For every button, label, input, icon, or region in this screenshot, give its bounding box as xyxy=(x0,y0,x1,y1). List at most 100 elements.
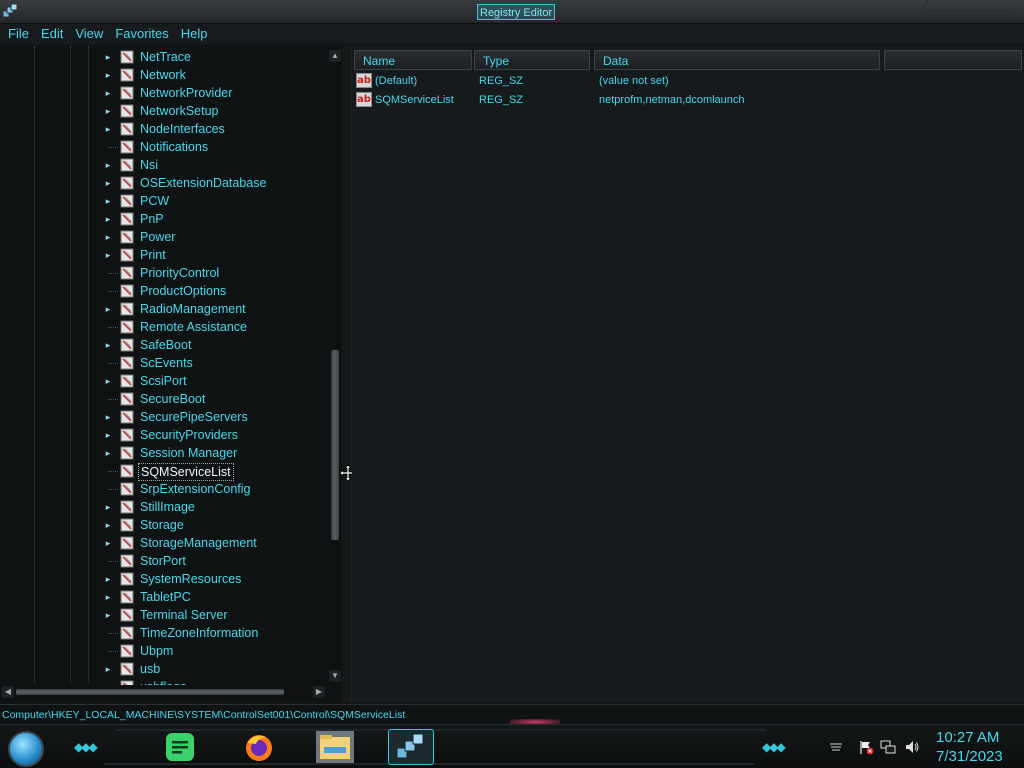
menu-file[interactable]: File xyxy=(3,24,34,44)
tree-item-label: RadioManagement xyxy=(140,302,246,316)
tree-item[interactable]: PriorityControl xyxy=(100,264,330,282)
tree-item[interactable]: ▸ OSExtensionDatabase xyxy=(100,174,330,192)
expand-arrow-icon[interactable]: ▸ xyxy=(104,89,112,98)
registry-editor-icon[interactable] xyxy=(2,3,18,19)
tree-item[interactable]: ▸ StorageManagement xyxy=(100,534,330,552)
pane-splitter[interactable] xyxy=(342,46,352,702)
expand-arrow-icon[interactable]: ▸ xyxy=(104,341,112,350)
tree-item[interactable]: ▸ NetworkSetup xyxy=(100,102,330,120)
expand-arrow-icon[interactable]: ▸ xyxy=(104,233,112,242)
expand-arrow-icon[interactable]: ▸ xyxy=(104,71,112,80)
tree-item[interactable]: SecureBoot xyxy=(100,390,330,408)
menu-bar: File Edit View Favorites Help xyxy=(0,24,1024,44)
volume-icon[interactable] xyxy=(904,739,920,755)
tree-item[interactable]: ▸ StillImage xyxy=(100,498,330,516)
tree-horizontal-scrollbar[interactable]: ◀ ▶ xyxy=(0,685,328,699)
tree-item[interactable]: ▸ SecurityProviders xyxy=(100,426,330,444)
tree-item-label: SafeBoot xyxy=(140,338,192,352)
expand-arrow-icon[interactable]: ▸ xyxy=(104,215,112,224)
clock-time[interactable]: 10:27 AM xyxy=(936,729,999,746)
expand-arrow-icon[interactable]: ▸ xyxy=(104,197,112,206)
action-center-flag-icon[interactable] xyxy=(858,739,874,755)
column-header-type[interactable]: Type xyxy=(474,50,590,70)
tree-item[interactable]: ▸ Session Manager xyxy=(100,444,330,462)
tree-item[interactable]: SrpExtensionConfig xyxy=(100,480,330,498)
chevron-decoration-icon: ◆◆◆ xyxy=(74,740,98,754)
scroll-up-arrow-icon[interactable]: ▲ xyxy=(329,50,341,62)
expand-arrow-icon[interactable]: ▸ xyxy=(104,125,112,134)
registry-editor-taskbar-button[interactable] xyxy=(388,729,434,765)
file-explorer-icon xyxy=(316,731,354,763)
tree-item[interactable]: ▸ NetTrace xyxy=(100,48,330,66)
scroll-right-arrow-icon[interactable]: ▶ xyxy=(313,686,325,698)
tree-item[interactable]: ProductOptions xyxy=(100,282,330,300)
show-hidden-icons-icon[interactable] xyxy=(828,739,844,755)
tree-item[interactable]: ▸ Nsi xyxy=(100,156,330,174)
expand-arrow-icon[interactable]: ▸ xyxy=(104,251,112,260)
tree-item-label: SecurityProviders xyxy=(140,428,238,442)
tree-item[interactable]: ▸ Network xyxy=(100,66,330,84)
tree-item[interactable]: Remote Assistance xyxy=(100,318,330,336)
expand-arrow-icon[interactable]: ▸ xyxy=(104,377,112,386)
expand-arrow-icon[interactable]: ▸ xyxy=(104,431,112,440)
menu-edit[interactable]: Edit xyxy=(36,24,68,44)
tree-item[interactable]: ▸ PnP xyxy=(100,210,330,228)
scroll-thumb[interactable] xyxy=(331,350,339,540)
tree-item[interactable]: ▸ RadioManagement xyxy=(100,300,330,318)
tree-item[interactable]: ▸ ScsiPort xyxy=(100,372,330,390)
horizontal-scroll-thumb[interactable] xyxy=(16,689,284,695)
window-title: Registry Editor xyxy=(477,4,556,20)
tree-item[interactable]: ▸ Terminal Server xyxy=(100,606,330,624)
tree-vertical-scrollbar[interactable]: ▲ ▼ xyxy=(328,48,342,684)
expand-arrow-icon[interactable]: ▸ xyxy=(104,161,112,170)
tree-item[interactable]: ▸ Print xyxy=(100,246,330,264)
tree-item[interactable]: ▸ SecurePipeServers xyxy=(100,408,330,426)
expand-arrow-icon[interactable]: ▸ xyxy=(104,449,112,458)
start-button[interactable] xyxy=(8,731,44,767)
tree-item[interactable]: SQMServiceList xyxy=(100,462,330,481)
tree-item[interactable]: ▸ usb xyxy=(100,660,330,678)
expand-arrow-icon[interactable]: ▸ xyxy=(104,179,112,188)
tree-item[interactable]: ▸ PCW xyxy=(100,192,330,210)
tree-item[interactable]: StorPort xyxy=(100,552,330,570)
tree-item[interactable]: TimeZoneInformation xyxy=(100,624,330,642)
network-icon[interactable] xyxy=(880,739,896,755)
tree-item[interactable]: Ubpm xyxy=(100,642,330,660)
scroll-left-arrow-icon[interactable]: ◀ xyxy=(2,686,14,698)
tree-item[interactable]: ▸ NetworkProvider xyxy=(100,84,330,102)
expand-arrow-icon[interactable]: ▸ xyxy=(104,539,112,548)
expand-arrow-icon[interactable]: ▸ xyxy=(104,611,112,620)
column-header-data[interactable]: Data xyxy=(594,50,880,70)
expand-arrow-icon[interactable]: ▸ xyxy=(104,503,112,512)
clock-date[interactable]: 7/31/2023 xyxy=(936,748,1003,765)
expand-arrow-icon[interactable]: ▸ xyxy=(104,575,112,584)
tree-item[interactable]: ▸ SafeBoot xyxy=(100,336,330,354)
list-item[interactable]: ab SQMServiceList REG_SZ netprofm,netman… xyxy=(352,91,1024,109)
expand-arrow-icon[interactable]: ▸ xyxy=(104,305,112,314)
tree-item[interactable]: ScEvents xyxy=(100,354,330,372)
tree-item[interactable]: Notifications xyxy=(100,138,330,156)
file-explorer-button[interactable] xyxy=(312,729,358,765)
notes-app-button[interactable] xyxy=(158,729,204,765)
tree-item[interactable]: ▸ TabletPC xyxy=(100,588,330,606)
menu-favorites[interactable]: Favorites xyxy=(110,24,173,44)
registry-tree[interactable]: ▸ NetTrace ▸ Network ▸ NetworkProvider ▸ Networ… xyxy=(0,46,342,702)
tree-item-label: Remote Assistance xyxy=(140,320,247,334)
firefox-button[interactable] xyxy=(236,729,282,765)
expand-arrow-icon[interactable]: ▸ xyxy=(104,53,112,62)
tree-item[interactable]: ▸ SystemResources xyxy=(100,570,330,588)
expand-arrow-icon[interactable]: ▸ xyxy=(104,521,112,530)
tree-item[interactable]: ▸ Storage xyxy=(100,516,330,534)
menu-view[interactable]: View xyxy=(70,24,108,44)
list-item[interactable]: ab (Default) REG_SZ (value not set) xyxy=(352,72,1024,90)
menu-help[interactable]: Help xyxy=(176,24,213,44)
expand-arrow-icon[interactable]: ▸ xyxy=(104,107,112,116)
column-header-name[interactable]: Name xyxy=(354,50,472,70)
tree-item[interactable]: ▸ Power xyxy=(100,228,330,246)
expand-arrow-icon[interactable]: ▸ xyxy=(104,593,112,602)
expand-arrow-icon[interactable]: ▸ xyxy=(104,413,112,422)
values-list[interactable]: Name Type Data ab (Default) REG_SZ (valu… xyxy=(352,46,1024,702)
tree-item[interactable]: ▸ NodeInterfaces xyxy=(100,120,330,138)
scroll-down-arrow-icon[interactable]: ▼ xyxy=(329,670,341,682)
expand-arrow-icon[interactable]: ▸ xyxy=(104,665,112,674)
